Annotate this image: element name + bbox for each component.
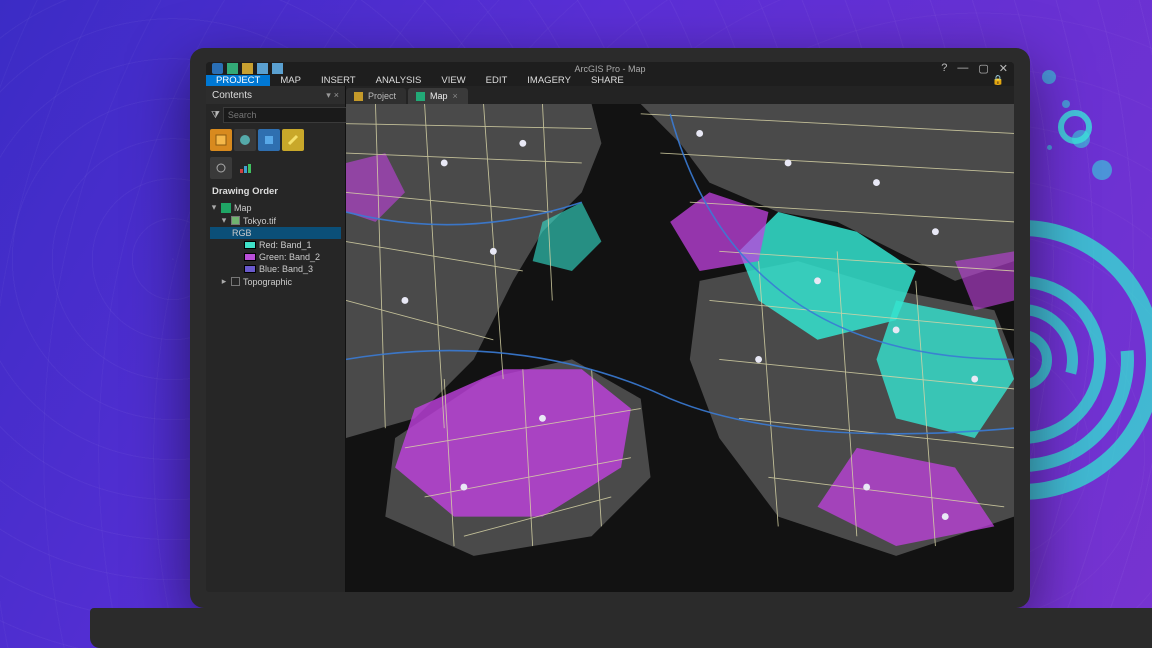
- layer-visibility-checkbox[interactable]: [231, 277, 240, 286]
- tree-map-label: Map: [234, 203, 252, 213]
- band-label: Blue: Band_3: [259, 264, 313, 274]
- quick-access-toolbar: [212, 63, 283, 74]
- minimize-button[interactable]: —: [957, 62, 968, 75]
- list-by-editing-icon[interactable]: [282, 129, 304, 151]
- app-window: ArcGIS Pro - Map ? — ▢ ✕ PROJECT MAP INS…: [206, 62, 1014, 592]
- tree-renderer-label: RGB: [232, 228, 252, 238]
- titlebar: ArcGIS Pro - Map ? — ▢ ✕: [206, 62, 1014, 75]
- tab-view[interactable]: VIEW: [431, 75, 475, 86]
- view-tab-map[interactable]: Map ×: [408, 88, 468, 104]
- list-by-selection-icon[interactable]: [258, 129, 280, 151]
- tab-share[interactable]: SHARE: [581, 75, 634, 86]
- view-tab-project-label: Project: [368, 91, 396, 101]
- layer-visibility-checkbox[interactable]: [231, 216, 240, 225]
- contents-toolbar: [206, 126, 345, 154]
- window-title: ArcGIS Pro - Map: [206, 64, 1014, 74]
- tree-band-green[interactable]: Green: Band_2: [210, 251, 341, 263]
- tree-map-root[interactable]: ▾ Map: [210, 201, 341, 214]
- view-tabs: Project Map ×: [346, 86, 1014, 104]
- tab-edit[interactable]: EDIT: [476, 75, 518, 86]
- band-label: Red: Band_1: [259, 240, 312, 250]
- contents-toolbar-row2: [206, 154, 345, 182]
- contents-search-input[interactable]: [223, 107, 350, 123]
- list-by-drawing-order-icon[interactable]: [210, 129, 232, 151]
- workspace: Contents ▾ × ⧩ ⌕: [206, 86, 1014, 592]
- maximize-button[interactable]: ▢: [978, 62, 988, 75]
- expand-icon[interactable]: ▾: [220, 215, 228, 226]
- filter-icon[interactable]: ⧩: [211, 110, 220, 121]
- contents-search-row: ⧩ ⌕: [206, 104, 345, 126]
- tree-layer-label: Tokyo.tif: [243, 216, 276, 226]
- view-tab-map-label: Map: [430, 91, 448, 101]
- app-icon: [212, 63, 223, 74]
- laptop-frame: ArcGIS Pro - Map ? — ▢ ✕ PROJECT MAP INS…: [190, 48, 1030, 608]
- list-by-source-icon[interactable]: [234, 129, 256, 151]
- tree-basemap[interactable]: ▸ Topographic: [210, 275, 341, 288]
- list-by-labeling-icon[interactable]: [234, 157, 256, 179]
- project-icon: [354, 92, 363, 101]
- tree-band-blue[interactable]: Blue: Band_3: [210, 263, 341, 275]
- tree-basemap-label: Topographic: [243, 277, 292, 287]
- contents-pane: Contents ▾ × ⧩ ⌕: [206, 86, 346, 592]
- expand-icon[interactable]: ▸: [220, 276, 228, 287]
- map-viewer: Project Map ×: [346, 86, 1014, 592]
- band-swatch-green: [244, 253, 256, 261]
- help-icon[interactable]: ?: [941, 62, 947, 75]
- close-tab-icon[interactable]: ×: [453, 91, 458, 101]
- tab-imagery[interactable]: IMAGERY: [517, 75, 581, 86]
- tree-band-red[interactable]: Red: Band_1: [210, 239, 341, 251]
- map-icon: [221, 203, 231, 213]
- tab-insert[interactable]: INSERT: [311, 75, 366, 86]
- map-icon: [416, 92, 425, 101]
- tab-project[interactable]: PROJECT: [206, 75, 270, 86]
- band-label: Green: Band_2: [259, 252, 320, 262]
- band-swatch-blue: [244, 265, 256, 273]
- tree-renderer-rgb[interactable]: RGB: [210, 227, 341, 239]
- tree-layer-tokyo[interactable]: ▾ Tokyo.tif: [210, 214, 341, 227]
- contents-header: Contents ▾ ×: [206, 86, 345, 104]
- expand-icon[interactable]: ▾: [210, 202, 218, 213]
- laptop-base: [90, 608, 1152, 648]
- close-button[interactable]: ✕: [999, 62, 1008, 75]
- list-by-snapping-icon[interactable]: [210, 157, 232, 179]
- tab-map[interactable]: MAP: [270, 75, 311, 86]
- qat-redo-icon[interactable]: [272, 63, 283, 74]
- contents-close-icon[interactable]: ×: [334, 90, 339, 100]
- tab-analysis[interactable]: ANALYSIS: [366, 75, 432, 86]
- view-tab-project[interactable]: Project: [346, 88, 406, 104]
- qat-open-icon[interactable]: [242, 63, 253, 74]
- map-canvas[interactable]: [346, 104, 1014, 592]
- contents-options-icon[interactable]: ▾: [326, 90, 331, 101]
- drawing-order-heading: Drawing Order: [206, 182, 345, 201]
- signin-lock-icon[interactable]: 🔒: [982, 75, 1014, 86]
- layer-tree: ▾ Map ▾ Tokyo.tif RGB Red: Band_1: [206, 201, 345, 296]
- ribbon-tabs: PROJECT MAP INSERT ANALYSIS VIEW EDIT IM…: [206, 75, 1014, 86]
- qat-save-icon[interactable]: [227, 63, 238, 74]
- contents-title: Contents: [212, 90, 323, 101]
- qat-undo-icon[interactable]: [257, 63, 268, 74]
- decorative-ring-icon: [1058, 110, 1092, 144]
- band-swatch-red: [244, 241, 256, 249]
